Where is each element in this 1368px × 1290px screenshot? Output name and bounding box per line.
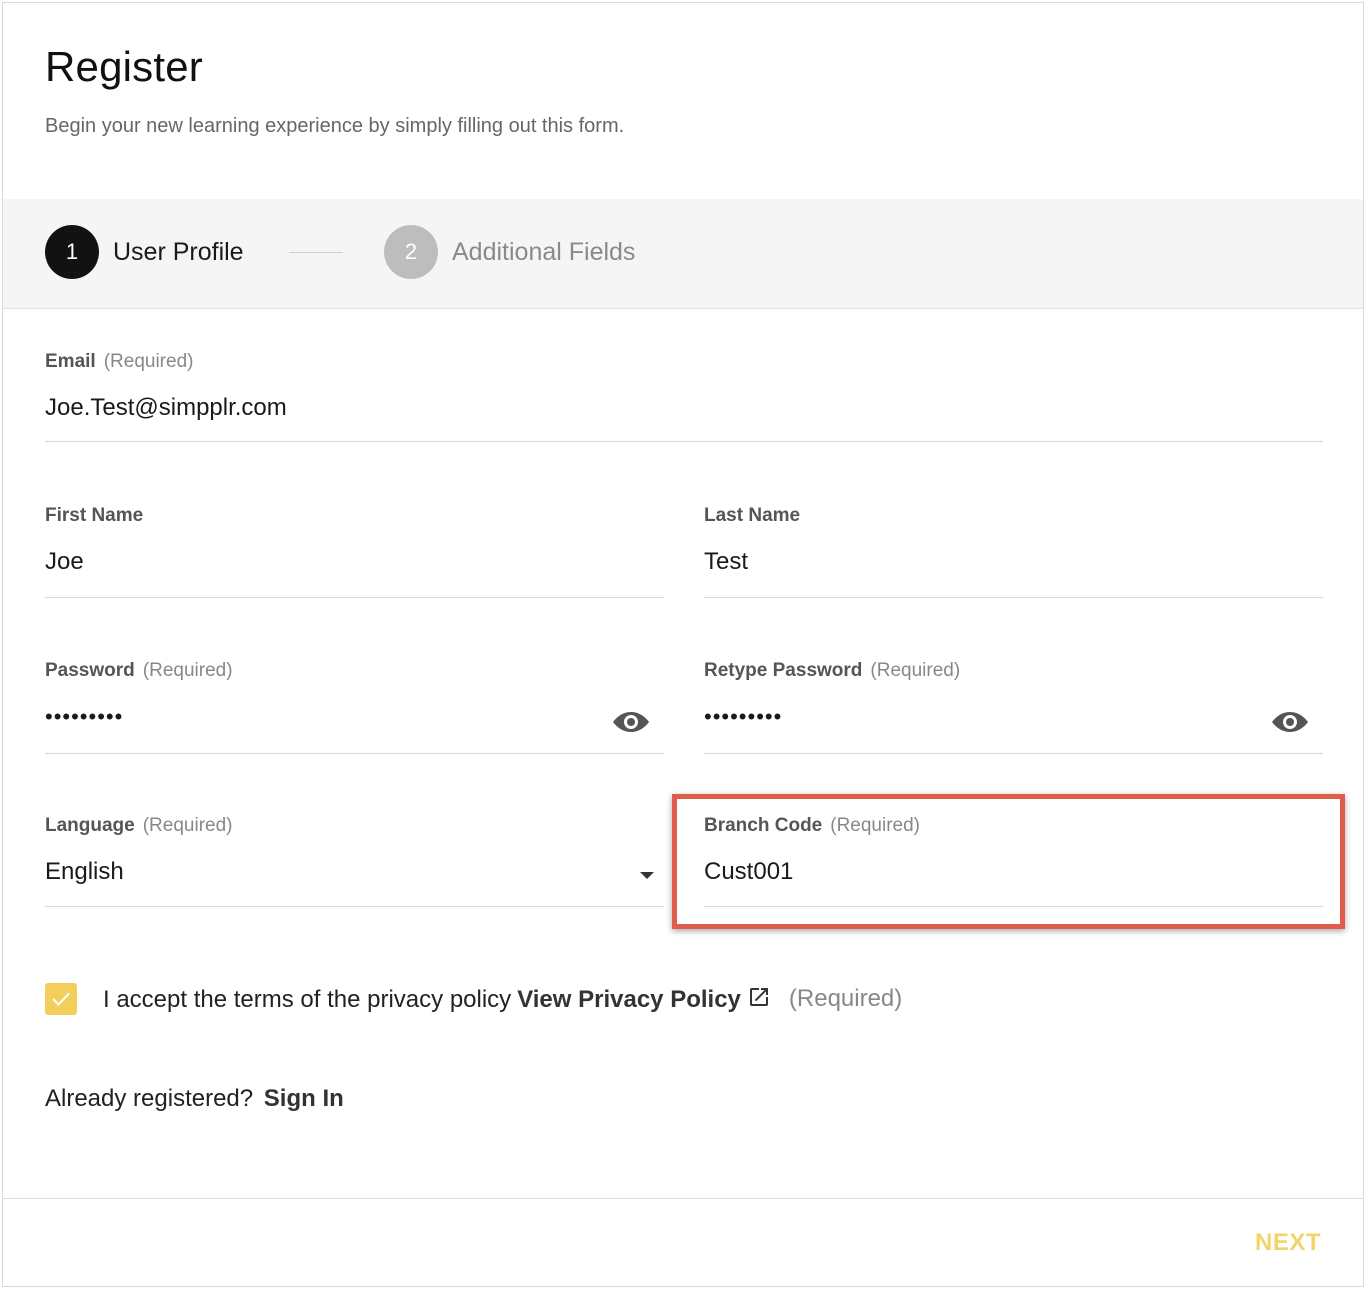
privacy-checkbox[interactable]: [45, 983, 77, 1015]
email-field[interactable]: Email (Required) Joe.Test@simpplr.com: [45, 351, 1323, 443]
step-label: User Profile: [113, 237, 244, 266]
last-name-label: Last Name: [704, 505, 801, 526]
input-underline: [704, 753, 1323, 754]
step-number-badge: 1: [45, 225, 99, 279]
last-name-input[interactable]: Test: [704, 547, 1323, 577]
language-label: Language (Required): [45, 815, 664, 837]
sign-in-link[interactable]: Sign In: [264, 1085, 344, 1112]
email-label-text: Email: [45, 351, 96, 372]
check-icon: [52, 992, 70, 1006]
step-number-badge: 2: [384, 225, 438, 279]
footer-divider: [3, 1198, 1363, 1199]
password-field[interactable]: Password (Required) •••••••••: [45, 660, 664, 754]
input-underline: [45, 441, 1323, 442]
required-marker: (Required): [870, 660, 961, 681]
password-input[interactable]: •••••••••: [45, 702, 664, 732]
signin-prompt: Already registered? Sign In: [45, 1085, 344, 1113]
header: Register Begin your new learning experie…: [45, 43, 1323, 138]
view-privacy-policy-link[interactable]: View Privacy Policy: [517, 986, 741, 1013]
required-marker: (Required): [142, 660, 233, 681]
input-underline: [45, 906, 664, 907]
privacy-consent: I accept the terms of the privacy policy…: [45, 983, 902, 1015]
retype-password-label: Retype Password (Required): [704, 660, 1323, 682]
retype-password-field[interactable]: Retype Password (Required) •••••••••: [704, 660, 1323, 754]
password-label-text: Password: [45, 660, 135, 681]
first-name-label: First Name: [45, 505, 144, 526]
language-label-text: Language: [45, 815, 135, 836]
page-subtitle: Begin your new learning experience by si…: [45, 115, 625, 137]
retype-password-input[interactable]: •••••••••: [704, 702, 1323, 732]
password-label: Password (Required): [45, 660, 664, 682]
email-input[interactable]: Joe.Test@simpplr.com: [45, 393, 1323, 423]
page-title: Register: [45, 43, 203, 90]
input-underline: [45, 597, 664, 598]
step-user-profile[interactable]: 1 User Profile: [45, 225, 244, 279]
consent-label: I accept the terms of the privacy policy…: [103, 985, 771, 1014]
language-selected-value[interactable]: English: [45, 857, 664, 887]
input-underline: [45, 753, 664, 754]
last-name-field[interactable]: Last Name Test: [704, 505, 1323, 599]
step-label: Additional Fields: [452, 237, 636, 266]
input-underline: [704, 597, 1323, 598]
first-name-field[interactable]: First Name Joe: [45, 505, 664, 599]
eye-icon[interactable]: [1271, 710, 1309, 734]
retype-password-label-text: Retype Password: [704, 660, 863, 681]
step-additional-fields[interactable]: 2 Additional Fields: [384, 225, 635, 279]
language-select[interactable]: Language (Required) English: [45, 815, 664, 909]
required-marker: (Required): [103, 351, 194, 372]
first-name-input[interactable]: Joe: [45, 547, 664, 577]
eye-icon[interactable]: [612, 710, 650, 734]
register-card: Register Begin your new learning experie…: [2, 2, 1364, 1287]
external-link-icon[interactable]: [747, 985, 771, 1009]
next-button[interactable]: NEXT: [1255, 1229, 1321, 1257]
email-label: Email (Required): [45, 351, 1323, 373]
signin-text: Already registered?: [45, 1085, 254, 1112]
consent-text: I accept the terms of the privacy policy: [103, 985, 512, 1013]
stepper: 1 User Profile 2 Additional Fields: [3, 199, 1363, 309]
required-marker: (Required): [788, 985, 903, 1012]
step-connector: [289, 252, 343, 253]
highlight-box: [672, 794, 1345, 929]
required-marker: (Required): [142, 815, 233, 836]
caret-down-icon[interactable]: [640, 872, 654, 879]
